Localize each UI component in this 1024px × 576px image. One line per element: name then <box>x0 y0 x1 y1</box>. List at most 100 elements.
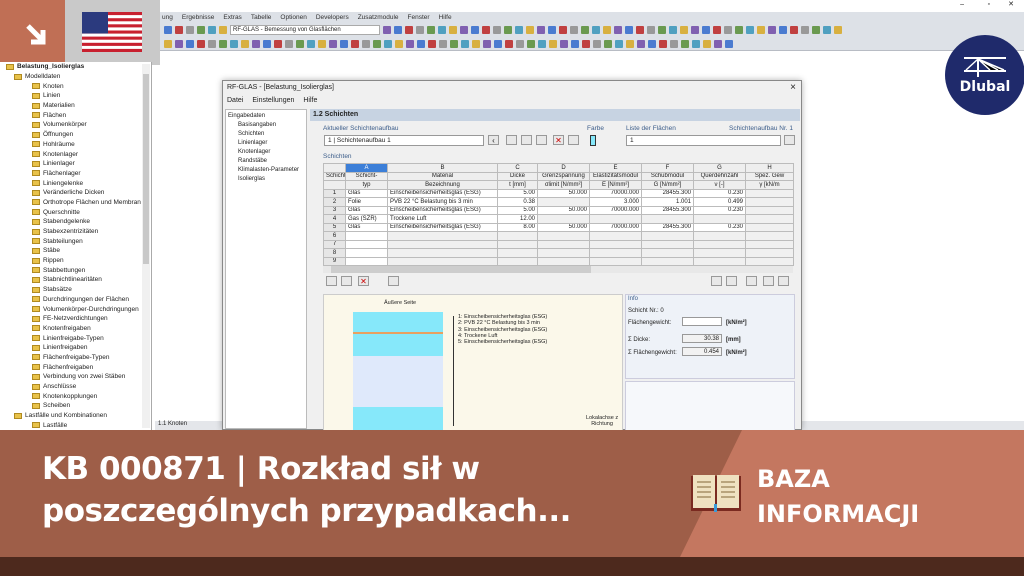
table-cell[interactable] <box>589 214 642 224</box>
table-cell[interactable]: PVB 22 °C Belastung bis 3 min <box>387 197 498 207</box>
toolbar-button-icon[interactable] <box>384 39 392 48</box>
menu-datei[interactable]: Datei <box>227 97 243 104</box>
table-cell[interactable]: 0.230 <box>693 205 746 215</box>
table-cell[interactable] <box>693 239 746 249</box>
tree-group-modelldaten[interactable]: Modelldaten <box>0 72 151 82</box>
toolbar-button-icon[interactable] <box>438 26 446 34</box>
tree-item[interactable]: Durchdringungen der Flächen <box>0 295 151 305</box>
toolbar-button-icon[interactable] <box>714 39 722 48</box>
toolbar-button-icon[interactable] <box>603 26 611 34</box>
toolbar-button-icon[interactable] <box>175 26 183 34</box>
table-cell[interactable]: 50.000 <box>537 205 590 215</box>
table-cell[interactable] <box>345 239 388 249</box>
table-cell[interactable] <box>745 222 794 232</box>
value-icon[interactable] <box>711 276 722 286</box>
toolbar-button-icon[interactable] <box>570 26 578 34</box>
table-cell[interactable] <box>537 197 590 207</box>
toolbar-button-icon[interactable] <box>823 26 831 34</box>
tree-item[interactable]: Querschnitte <box>0 207 151 217</box>
tree-item[interactable]: Linienfreigabe-Typen <box>0 333 151 343</box>
toolbar-button-icon[interactable] <box>647 26 655 34</box>
toolbar-button-icon[interactable] <box>461 39 469 48</box>
table-cell[interactable] <box>745 205 794 215</box>
layers-table[interactable]: ABCDEFGHSchicht Nr.Schicht-MaterialDicke… <box>323 163 794 266</box>
table-cell[interactable]: 6 <box>323 231 346 241</box>
toolbar-button-icon[interactable] <box>493 26 501 34</box>
tree-item[interactable]: Scheiben <box>0 401 151 411</box>
table-cell[interactable]: 1.001 <box>641 197 694 207</box>
toolbar-button-icon[interactable] <box>604 39 612 48</box>
menu-hilfe[interactable]: Hilfe <box>303 97 317 104</box>
table-cell[interactable] <box>641 231 694 241</box>
toolbar-button-icon[interactable] <box>768 26 776 34</box>
tree-item[interactable]: Flächen <box>0 110 151 120</box>
tree-item[interactable]: Stabbettungen <box>0 265 151 275</box>
toolbar-button-icon[interactable] <box>241 39 249 48</box>
table-cell[interactable]: Gas (SZR) <box>345 214 388 224</box>
table-cell[interactable] <box>589 239 642 249</box>
toolbar-button-icon[interactable] <box>538 39 546 48</box>
table-h-scrollbar[interactable] <box>323 266 793 273</box>
toolbar-button-icon[interactable] <box>735 26 743 34</box>
table-cell[interactable]: 0.38 <box>497 197 538 207</box>
toolbar-button-icon[interactable] <box>537 26 545 34</box>
toolbar-button-icon[interactable] <box>592 26 600 34</box>
toolbar-button-icon[interactable] <box>637 39 645 48</box>
toolbar-button-icon[interactable] <box>219 39 227 48</box>
table-row[interactable]: 9 <box>323 256 794 266</box>
table-cell[interactable]: Glas <box>345 222 388 232</box>
toolbar-button-icon[interactable] <box>483 39 491 48</box>
table-cell[interactable]: 50.000 <box>537 188 590 198</box>
nav-eingabedaten[interactable]: Eingabedaten <box>228 112 304 121</box>
table-cell[interactable] <box>641 256 694 266</box>
tree-item[interactable]: Stabnichtlinearitäten <box>0 275 151 285</box>
table-cell[interactable] <box>537 248 590 258</box>
prev-next-button[interactable]: ‹ <box>488 135 499 145</box>
toolbar-button-icon[interactable] <box>571 39 579 48</box>
toolbar-button-icon[interactable] <box>515 26 523 34</box>
toolbar-button-icon[interactable] <box>494 39 502 48</box>
minimize-icon[interactable]: – <box>960 1 964 8</box>
toolbar-button-icon[interactable] <box>197 39 205 48</box>
table-cell[interactable] <box>345 256 388 266</box>
library-button[interactable] <box>536 135 547 145</box>
toolbar-button-icon[interactable] <box>669 26 677 34</box>
table-cell[interactable]: 7 <box>323 239 346 249</box>
column-letter[interactable]: A <box>345 163 388 173</box>
book-icon[interactable] <box>388 276 399 286</box>
table-cell[interactable] <box>589 256 642 266</box>
table-cell[interactable] <box>387 239 498 249</box>
toolbar-button-icon[interactable] <box>625 26 633 34</box>
toolbar-button-icon[interactable] <box>186 26 194 34</box>
table-row[interactable]: 4 Gas (SZR) Trockene Luft 12.00 <box>323 214 794 224</box>
table-cell[interactable] <box>537 256 590 266</box>
nav-item[interactable]: Knotenlager <box>228 148 304 157</box>
table-cell[interactable]: 0.230 <box>693 188 746 198</box>
toolbar-button-icon[interactable] <box>559 26 567 34</box>
close-icon[interactable]: ✕ <box>1008 0 1014 8</box>
table-cell[interactable]: 4 <box>323 214 346 224</box>
table-cell[interactable] <box>589 248 642 258</box>
toolbar-button-icon[interactable] <box>175 39 183 48</box>
toolbar-button-icon[interactable] <box>252 39 260 48</box>
table-cell[interactable]: Glas <box>345 188 388 198</box>
toolbar-button-icon[interactable] <box>746 26 754 34</box>
table-cell[interactable] <box>693 231 746 241</box>
import-excel-icon[interactable] <box>763 276 774 286</box>
table-cell[interactable] <box>387 231 498 241</box>
table-cell[interactable]: 70000.000 <box>589 205 642 215</box>
maximize-icon[interactable]: ▫ <box>988 1 990 8</box>
toolbar-button-icon[interactable] <box>406 39 414 48</box>
toolbar-button-icon[interactable] <box>394 26 402 34</box>
toolbar-button-icon[interactable] <box>801 26 809 34</box>
toolbar-button-icon[interactable] <box>439 39 447 48</box>
toolbar-button-icon[interactable] <box>790 26 798 34</box>
table-cell[interactable] <box>745 248 794 258</box>
surface-list-input[interactable]: 1 <box>626 135 781 146</box>
toolbar-button-icon[interactable] <box>703 39 711 48</box>
tree-item[interactable]: Stabexzentrizitäten <box>0 227 151 237</box>
select-surfaces-button[interactable] <box>784 135 795 145</box>
toolbar-button-icon[interactable] <box>208 26 216 34</box>
toolbar-button-icon[interactable] <box>834 26 842 34</box>
toolbar-button-icon[interactable] <box>472 39 480 48</box>
